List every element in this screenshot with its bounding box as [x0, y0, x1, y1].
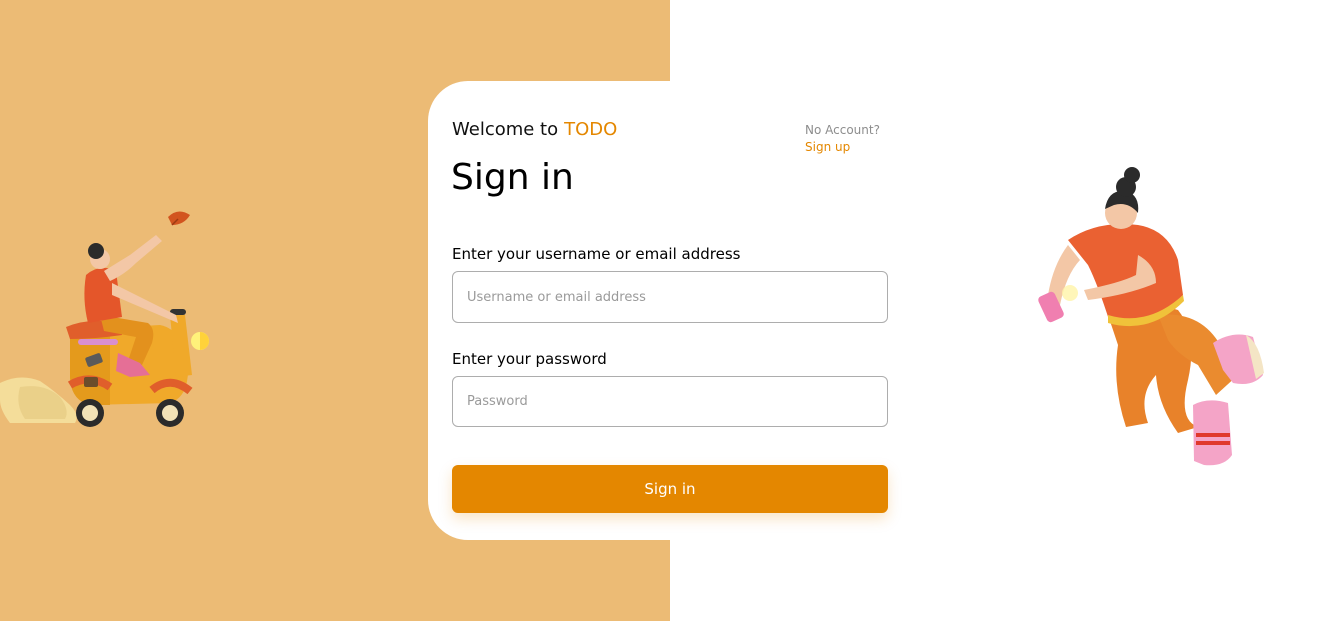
no-account-text: No Account?: [805, 123, 880, 137]
scooter-rider-illustration: [0, 211, 209, 427]
brand-name: TODO: [564, 119, 618, 140]
signup-link[interactable]: Sign up: [805, 138, 850, 156]
login-page: Welcome to TODO No Account? Sign up Sign …: [0, 0, 1324, 621]
username-input[interactable]: [452, 271, 888, 323]
signin-card: Welcome to TODO No Account? Sign up Sign …: [428, 81, 912, 540]
password-label: Enter your password: [452, 350, 607, 368]
password-input[interactable]: [452, 376, 888, 427]
welcome-heading: Welcome to TODO: [452, 119, 617, 140]
flying-woman-with-phone-illustration: [1038, 167, 1264, 466]
welcome-text: Welcome to: [452, 119, 559, 140]
page-title: Sign in: [451, 157, 574, 198]
signin-button[interactable]: Sign in: [452, 465, 888, 513]
username-label: Enter your username or email address: [452, 245, 741, 263]
